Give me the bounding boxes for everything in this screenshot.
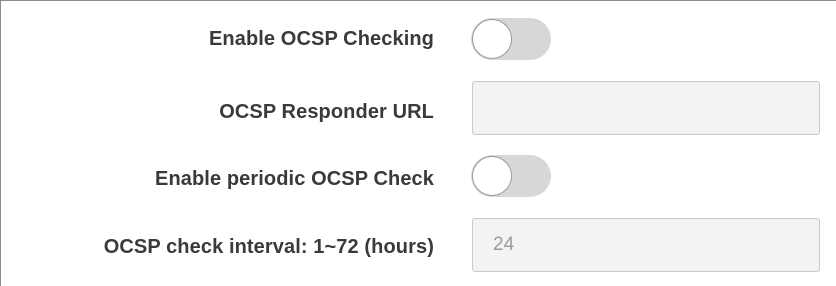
enable-ocsp-row: Enable OCSP Checking bbox=[1, 1, 836, 81]
toggle-knob bbox=[472, 19, 512, 59]
enable-periodic-row: Enable periodic OCSP Check bbox=[1, 138, 836, 218]
check-interval-row: OCSP check interval: 1~72 (hours) bbox=[1, 218, 836, 278]
responder-url-input[interactable] bbox=[472, 81, 820, 135]
toggle-knob bbox=[472, 156, 512, 196]
check-interval-input[interactable] bbox=[472, 218, 820, 272]
check-interval-label: OCSP check interval: 1~72 (hours) bbox=[103, 236, 434, 258]
ocsp-settings-panel: Enable OCSP Checking OCSP Responder URL … bbox=[0, 0, 836, 286]
enable-periodic-toggle[interactable] bbox=[471, 155, 551, 197]
enable-ocsp-label: Enable OCSP Checking bbox=[208, 28, 434, 50]
responder-url-row: OCSP Responder URL bbox=[1, 81, 836, 138]
responder-url-label: OCSP Responder URL bbox=[219, 101, 434, 123]
enable-ocsp-toggle[interactable] bbox=[471, 18, 551, 60]
enable-periodic-label: Enable periodic OCSP Check bbox=[155, 168, 434, 190]
